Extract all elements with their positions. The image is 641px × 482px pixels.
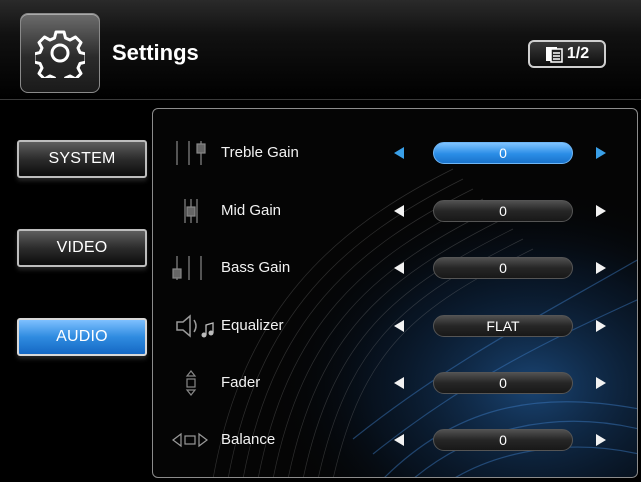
page-title: Settings [112, 40, 199, 65]
speaker-music-icon [176, 314, 214, 338]
setting-label: Bass Gain [221, 259, 291, 276]
sidebar-item-label: AUDIO [56, 328, 108, 345]
decrease-arrow-icon[interactable] [391, 203, 407, 219]
decrease-arrow-icon[interactable] [391, 318, 407, 334]
setting-label: Fader [221, 374, 261, 391]
setting-row-treble-gain[interactable]: Treble Gain 0 [153, 133, 637, 173]
setting-row-equalizer[interactable]: Equalizer FLAT [153, 306, 637, 346]
sidebar-item-label: VIDEO [56, 239, 108, 256]
setting-value: FLAT [433, 315, 573, 337]
setting-label: Mid Gain [221, 202, 282, 219]
decrease-arrow-icon[interactable] [391, 432, 407, 448]
treble-icon [176, 141, 206, 165]
setting-value: 0 [433, 200, 573, 222]
decrease-arrow-icon[interactable] [391, 375, 407, 391]
setting-label: Treble Gain [221, 144, 299, 161]
gear-icon [35, 30, 85, 78]
increase-arrow-icon[interactable] [593, 260, 609, 276]
setting-row-fader[interactable]: Fader 0 [153, 363, 637, 403]
pages-icon [545, 47, 563, 63]
setting-row-balance[interactable]: Balance 0 [153, 420, 637, 460]
increase-arrow-icon[interactable] [593, 375, 609, 391]
increase-arrow-icon[interactable] [593, 318, 609, 334]
setting-row-bass-gain[interactable]: Bass Gain 0 [153, 248, 637, 288]
sidebar-item-label: SYSTEM [48, 150, 116, 167]
decrease-arrow-icon[interactable] [391, 260, 407, 276]
increase-arrow-icon[interactable] [593, 145, 609, 161]
sidebar-item-audio[interactable]: AUDIO [17, 318, 147, 356]
setting-row-mid-gain[interactable]: Mid Gain 0 [153, 191, 637, 231]
setting-value: 0 [433, 429, 573, 451]
fader-icon [185, 370, 197, 396]
setting-value: 0 [433, 257, 573, 279]
setting-label: Equalizer [221, 317, 284, 334]
decrease-arrow-icon[interactable] [391, 145, 407, 161]
setting-value: 0 [433, 142, 573, 164]
audio-settings-panel: Treble Gain 0 Mid Gain 0 Bass Gain 0 Equ… [152, 108, 638, 478]
settings-home-button[interactable] [20, 13, 100, 93]
setting-value: 0 [433, 372, 573, 394]
page-indicator-text: 1/2 [566, 45, 590, 62]
page-indicator-button[interactable]: 1/2 [528, 40, 606, 68]
sidebar-item-system[interactable]: SYSTEM [17, 140, 147, 178]
mid-icon [184, 199, 198, 223]
increase-arrow-icon[interactable] [593, 203, 609, 219]
balance-icon [172, 432, 208, 448]
sidebar-item-video[interactable]: VIDEO [17, 229, 147, 267]
bass-icon [172, 256, 202, 280]
increase-arrow-icon[interactable] [593, 432, 609, 448]
setting-label: Balance [221, 431, 276, 448]
header-bar: Settings 1/2 [0, 0, 641, 100]
